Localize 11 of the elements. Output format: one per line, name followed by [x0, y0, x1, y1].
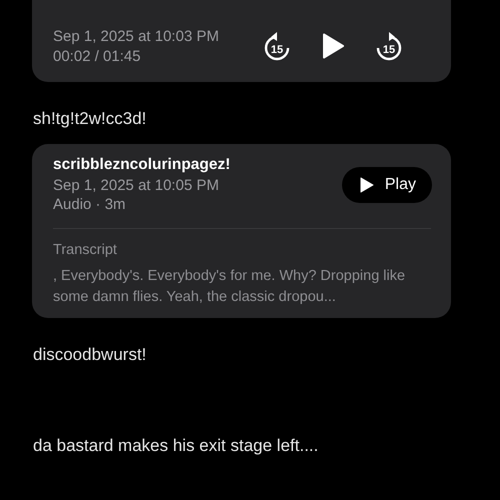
play-button[interactable]: Play — [342, 166, 432, 202]
note-text: da bastard makes his exit stage left.... — [33, 436, 318, 456]
recording-title: scribblezncolurinpagez! — [53, 156, 232, 174]
transcript-label: Transcript — [53, 242, 118, 258]
transcript-text: , Everybody's. Everybody's for me. Why? Dropping like some damn flies. Yeah, the classic dropou... — [53, 267, 406, 307]
recording-date: Sep 1, 2025 at 10:05 PM — [53, 177, 220, 194]
recording-meta: Audio · 3m — [53, 196, 127, 213]
playback-time: 00:02 / 01:45 — [53, 48, 142, 64]
note-text: sh!tg!t2w!cc3d! — [33, 109, 146, 129]
note-text: discoodbwurst! — [33, 345, 146, 365]
recording-date: Sep 1, 2025 at 10:03 PM — [53, 28, 220, 44]
